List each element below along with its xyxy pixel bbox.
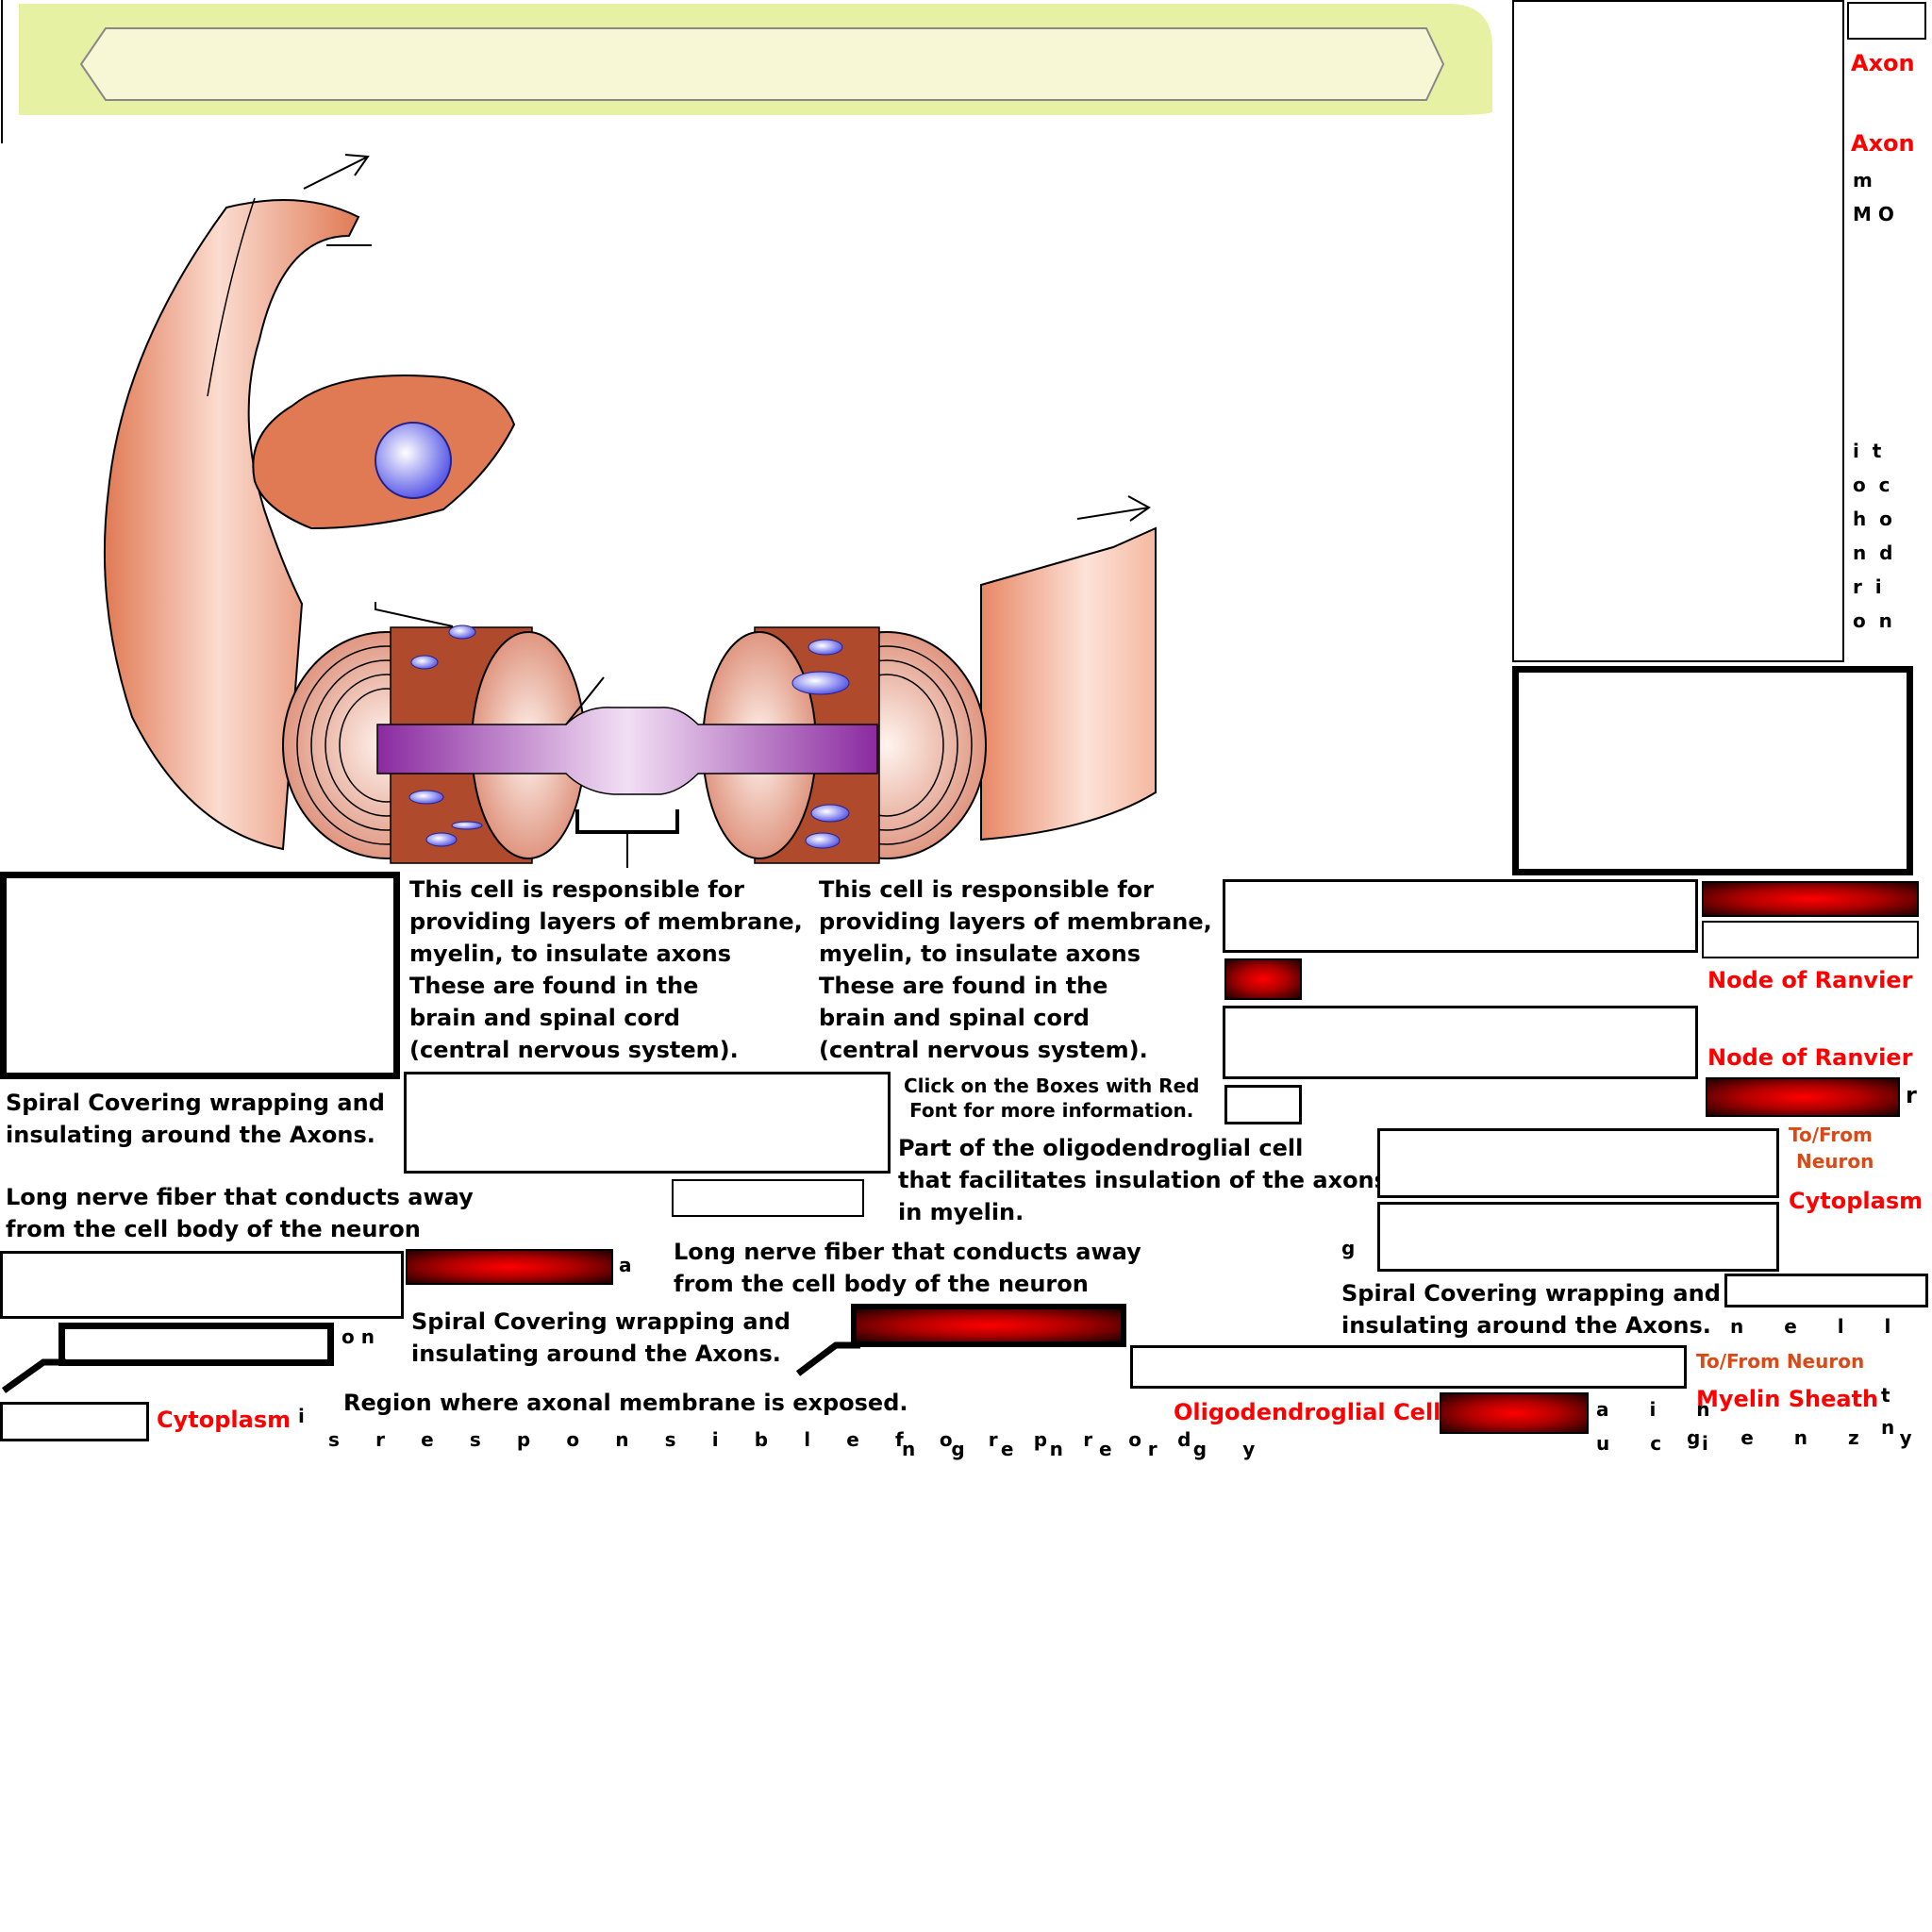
part-of-oligo-line: Part of the oligodendroglial cell [898,1135,1304,1161]
fragment-uci: u c i [1596,1432,1725,1455]
answer-box-left-4[interactable] [0,1402,149,1441]
long-nerve-2: Long nerve fiber that conducts away from… [674,1236,1141,1300]
answer-box-right-6[interactable] [1724,1274,1928,1307]
fragment-mo: M O [1853,203,1894,225]
label-to-from-neuron-2[interactable]: To/From Neuron [1696,1349,1864,1374]
info-panel-top [1512,0,1844,662]
spiral-covering-1-line: insulating around the Axons. [6,1122,375,1148]
long-nerve-1-line: from the cell body of the neuron [6,1216,421,1242]
label-cytoplasm-2[interactable]: Cytoplasm [157,1404,291,1436]
oligodendrocyte-illustration [103,154,1157,868]
small-corner-box[interactable] [1847,2,1926,40]
label-to-from-neuron-1a[interactable]: To/From [1789,1123,1873,1147]
fragment-m: m [1853,169,1873,192]
spiral-covering-3: Spiral Covering wrapping and insulating … [1341,1277,1721,1341]
fragment-i: i [298,1405,305,1427]
fragment-g: g [1341,1237,1356,1259]
part-of-oligo-line: that facilitates insulation of the axons [898,1167,1388,1193]
cell-desc-2-line: myelin, to insulate axons [819,941,1141,967]
pointer-line-left [1,1358,66,1393]
region-exposed: Region where axonal membrane is exposed. [343,1390,908,1416]
cell-desc-2: This cell is responsible for providing l… [819,874,1212,1066]
cell-desc-1-line: myelin, to insulate axons [409,941,732,967]
info-button-6[interactable] [1440,1392,1589,1434]
answer-box-center[interactable] [404,1072,891,1174]
info-button-2[interactable] [1224,958,1302,1000]
click-info-line: Click on the Boxes with Red [904,1074,1200,1097]
answer-box-mid-small[interactable] [672,1179,864,1217]
info-button-1[interactable] [1702,881,1919,917]
long-nerve-1: Long nerve fiber that conducts away from… [6,1181,474,1245]
answer-box-right-2[interactable] [1702,921,1919,958]
pointer-line-center [795,1341,860,1376]
info-panel-middle [1512,666,1913,875]
cell-desc-1: This cell is responsible for providing l… [409,874,803,1066]
cell-desc-1-line: This cell is responsible for [409,876,744,903]
cell-desc-1-line: These are found in the [409,973,699,999]
answer-box-tiny[interactable] [1224,1085,1302,1124]
part-of-oligo: Part of the oligodendroglial cell that f… [898,1132,1388,1228]
cell-desc-1-line: (central nervous system). [409,1037,739,1063]
cell-desc-2-line: (central nervous system). [819,1037,1148,1063]
cell-desc-2-line: brain and spinal cord [819,1005,1090,1031]
cell-desc-2-line: This cell is responsible for [819,876,1154,903]
label-axon-1[interactable]: Axon [1851,47,1915,79]
answer-box-right-3[interactable] [1223,1006,1698,1079]
long-nerve-2-line: from the cell body of the neuron [674,1271,1089,1297]
label-node-of-ranvier-1[interactable]: Node of Ranvier [1707,964,1912,996]
answer-box-right-5[interactable] [1377,1202,1779,1272]
answer-box-right-4[interactable] [1377,1128,1779,1198]
answer-box-left-3[interactable] [58,1323,334,1366]
label-oligodendroglial-cell[interactable]: Oligodendroglial Cell [1174,1396,1441,1428]
spiral-covering-2-line: insulating around the Axons. [411,1341,781,1367]
spiral-covering-1-line: Spiral Covering wrapping and [6,1090,385,1116]
click-info: Click on the Boxes with Red Font for mor… [904,1074,1199,1123]
click-info-line: Font for more information. [909,1099,1194,1122]
fragment-t: t [1881,1384,1890,1407]
answer-box-left-2[interactable] [0,1251,404,1319]
cell-desc-1-line: brain and spinal cord [409,1005,680,1031]
info-button-3[interactable] [1706,1077,1900,1117]
label-node-of-ranvier-2[interactable]: Node of Ranvier [1707,1041,1912,1074]
answer-box-left-large[interactable] [0,872,400,1079]
label-axon-2[interactable]: Axon [1851,127,1915,159]
spiral-covering-3-line: insulating around the Axons. [1341,1312,1711,1339]
spiral-covering-1: Spiral Covering wrapping and insulating … [6,1087,385,1151]
cell-desc-2-line: providing layers of membrane, [819,908,1212,935]
long-nerve-1-line: Long nerve fiber that conducts away [6,1184,474,1210]
part-of-oligo-line: in myelin. [898,1199,1024,1225]
long-nerve-2-line: Long nerve fiber that conducts away [674,1239,1141,1265]
info-button-4[interactable] [406,1249,613,1285]
fragment-nellec: n e l l e c [1730,1315,1932,1338]
fragment-ain: a i n [1596,1398,1727,1421]
label-cytoplasm-1[interactable]: Cytoplasm [1789,1185,1923,1217]
info-button-5[interactable] [851,1304,1126,1347]
cell-desc-2-line: These are found in the [819,973,1108,999]
label-to-from-neuron-1b[interactable]: Neuron [1796,1149,1874,1174]
fragment-energy: n g e n e r g y [902,1438,1270,1460]
spiral-covering-2-line: Spiral Covering wrapping and [411,1308,791,1335]
spiral-covering-3-line: Spiral Covering wrapping and [1341,1280,1721,1307]
answer-box-wide[interactable] [1130,1345,1687,1389]
cell-desc-1-line: providing layers of membrane, [409,908,803,935]
fragment-r: r [1906,1082,1917,1108]
fragment-mitochondrion: i t o c h o n d r i o n [1853,440,1893,632]
spiral-covering-2: Spiral Covering wrapping and insulating … [411,1306,791,1370]
fragment-a: a [619,1254,632,1276]
answer-box-right-1[interactable] [1223,879,1698,953]
fragment-on: o n [341,1325,375,1348]
